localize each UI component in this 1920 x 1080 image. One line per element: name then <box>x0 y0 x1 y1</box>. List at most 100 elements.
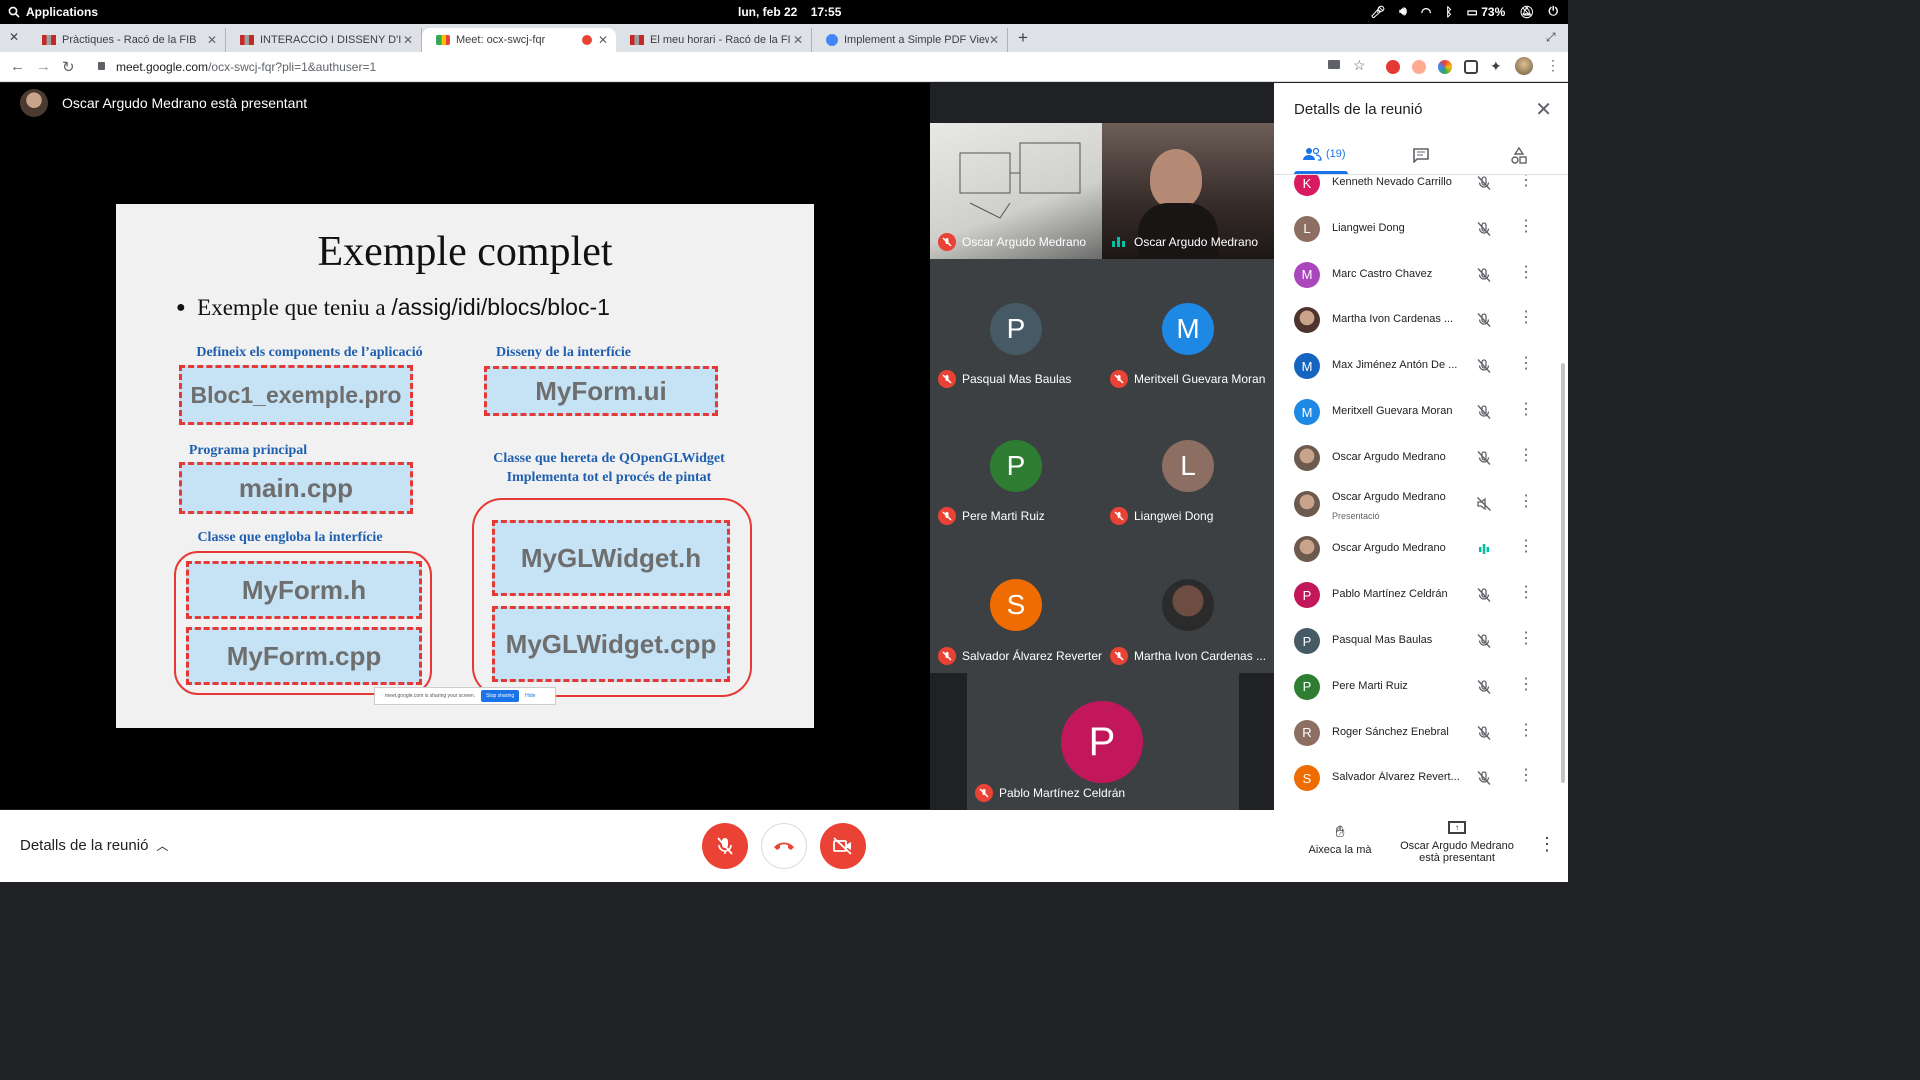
muted-mic-icon[interactable] <box>1476 633 1492 649</box>
tab-interaccio[interactable]: INTERACCIÓ I DISSENY D'INTER ✕ <box>226 28 422 52</box>
muted-mic-icon[interactable] <box>1476 267 1492 283</box>
muted-mic-icon[interactable] <box>1476 587 1492 603</box>
url-field[interactable]: meet.google.com/ocx-swcj-fqr?pli=1&authu… <box>116 60 376 74</box>
video-tile[interactable]: Martha Ivon Cardenas ... <box>1102 533 1274 673</box>
more-options-icon[interactable]: ⋮ <box>1518 722 1534 739</box>
more-options-icon[interactable]: ⋮ <box>1518 447 1534 464</box>
video-tile[interactable]: S Salvador Álvarez Reverter <box>930 533 1102 673</box>
muted-mic-icon[interactable] <box>1476 725 1492 741</box>
new-tab-icon[interactable]: + <box>1018 28 1028 48</box>
color-picker-extension-icon[interactable] <box>1438 60 1452 74</box>
tab-horari[interactable]: El meu horari - Racó de la FIB ✕ <box>616 28 812 52</box>
participant-row[interactable]: Oscar Argudo Medrano ⋮ <box>1274 527 1568 573</box>
hang-up-icon <box>774 842 794 850</box>
participant-row[interactable]: M Marc Castro Chavez ⋮ <box>1274 253 1568 299</box>
more-options-icon[interactable]: ⋮ <box>1518 493 1534 510</box>
video-tile[interactable]: L Liangwei Dong <box>1102 396 1274 533</box>
participant-row[interactable]: P Pablo Martínez Celdrán ⋮ <box>1274 573 1568 619</box>
more-options-icon[interactable]: ⋮ <box>1518 585 1534 601</box>
tab-people[interactable]: (19) <box>1302 147 1346 161</box>
restore-window-icon[interactable]: ⤢ <box>1546 30 1556 45</box>
wifi-icon[interactable]: ◠ <box>1421 5 1431 19</box>
more-options-icon[interactable]: ⋮ <box>1518 218 1534 235</box>
muted-mic-icon[interactable] <box>1476 404 1492 420</box>
browser-menu-icon[interactable]: ⋮ <box>1546 57 1560 74</box>
back-arrow-icon[interactable]: ← <box>10 58 25 75</box>
more-options-icon[interactable]: ⋮ <box>1518 676 1534 693</box>
applications-menu[interactable]: Applications <box>8 5 98 19</box>
muted-mic-icon[interactable] <box>1476 312 1492 328</box>
more-options-icon[interactable]: ⋮ <box>1518 356 1534 372</box>
close-icon[interactable]: ✕ <box>1535 97 1552 122</box>
notifications-icon[interactable]: 🔕︎ <box>1519 5 1534 19</box>
extension-icon[interactable] <box>1412 60 1426 74</box>
camera-icon[interactable] <box>1328 60 1340 69</box>
video-tile-whiteboard[interactable]: Oscar Argudo Medrano <box>930 123 1102 259</box>
participant-row[interactable]: M Meritxell Guevara Moran ⋮ <box>1274 390 1568 436</box>
participant-row[interactable]: K Kenneth Nevado Carrillo ⋮ <box>1274 175 1568 207</box>
participant-row[interactable]: Martha Ivon Cardenas ... ⋮ <box>1274 298 1568 344</box>
participant-row[interactable]: L Liangwei Dong ⋮ <box>1274 207 1568 253</box>
video-tile[interactable]: P Pasqual Mas Baulas <box>930 259 1102 396</box>
video-tile[interactable]: P Pere Marti Ruiz <box>930 396 1102 533</box>
more-options-icon[interactable]: ⋮ <box>1518 631 1534 647</box>
battery-indicator[interactable]: ▭ 73% <box>1467 5 1506 19</box>
power-icon[interactable]: ⏻ <box>1549 4 1559 19</box>
more-options-icon[interactable]: ⋮ <box>1518 402 1534 418</box>
more-options-icon[interactable]: ⋮ <box>1518 264 1534 281</box>
microphone-toggle-button[interactable] <box>702 823 748 869</box>
extensions-puzzle-icon[interactable]: ✦ <box>1490 58 1502 75</box>
participant-row[interactable]: Oscar Argudo Medrano ⋮ <box>1274 436 1568 482</box>
raise-hand-button[interactable]: ✋︎ Aixeca la mà <box>1303 824 1377 856</box>
reader-extension-icon[interactable] <box>1464 60 1478 74</box>
reload-icon[interactable]: ↻ <box>62 58 75 76</box>
tab-meet[interactable]: Meet: ocx-swcj-fqr ✕ <box>422 28 616 52</box>
muted-mic-icon[interactable] <box>1476 450 1492 466</box>
presentation-muted-icon[interactable] <box>1476 496 1492 512</box>
muted-mic-icon[interactable] <box>1476 679 1492 695</box>
lock-icon[interactable] <box>98 62 105 70</box>
meeting-details-button[interactable]: Detalls de la reunió ︿ <box>20 837 168 854</box>
video-tile[interactable]: P Pablo Martínez Celdrán <box>967 673 1239 810</box>
close-tab-icon[interactable]: ✕ <box>598 33 608 47</box>
camera-toggle-button[interactable] <box>820 823 866 869</box>
muted-mic-icon[interactable] <box>1476 358 1492 374</box>
tab-activities[interactable] <box>1510 147 1528 165</box>
close-tab-icon[interactable]: ✕ <box>989 33 999 47</box>
presenting-button[interactable]: ↑ Oscar Argudo Medrano està presentant <box>1392 821 1522 864</box>
more-options-icon[interactable]: ⋮ <box>1518 539 1534 555</box>
leave-call-button[interactable] <box>761 823 807 869</box>
tab-practiques[interactable]: Pràctiques - Racó de la FIB ✕ <box>28 28 226 52</box>
video-tile[interactable]: M Meritxell Guevara Moran <box>1102 259 1274 396</box>
more-options-icon[interactable]: ⋮ <box>1518 310 1534 326</box>
more-options-icon[interactable]: ⋮ <box>1518 175 1534 189</box>
muted-mic-icon[interactable] <box>1476 770 1492 786</box>
panel-scrollbar[interactable] <box>1561 363 1565 783</box>
profile-avatar[interactable] <box>1515 57 1533 75</box>
close-tab-icon[interactable]: ✕ <box>207 33 217 47</box>
forward-arrow-icon[interactable]: → <box>36 58 51 75</box>
close-tab-icon[interactable]: ✕ <box>403 33 413 47</box>
more-options-icon[interactable]: ⋮ <box>1518 768 1534 784</box>
participant-row[interactable]: M Max Jiménez Antón De ... ⋮ <box>1274 344 1568 390</box>
close-window-icon[interactable]: ✕ <box>9 30 19 44</box>
muted-mic-icon[interactable] <box>1476 175 1492 191</box>
muted-mic-icon[interactable] <box>1476 221 1492 237</box>
tab-pdf-viewer[interactable]: Implement a Simple PDF Viewer ✕ <box>812 28 1008 52</box>
microphone-icon[interactable]: 🎤︎ <box>1370 5 1385 19</box>
opera-extension-icon[interactable] <box>1386 60 1400 74</box>
volume-icon[interactable]: 🔊︎ <box>1399 4 1407 19</box>
close-tab-icon[interactable]: ✕ <box>793 33 803 47</box>
participant-row[interactable]: P Pere Marti Ruiz ⋮ <box>1274 665 1568 711</box>
tab-chat[interactable] <box>1412 147 1430 163</box>
bluetooth-icon[interactable]: ᛒ <box>1445 5 1452 19</box>
participant-row[interactable]: P Pasqual Mas Baulas ⋮ <box>1274 619 1568 665</box>
video-tile-presenter-camera[interactable]: Oscar Argudo Medrano <box>1102 123 1274 259</box>
speaking-icon[interactable] <box>1476 541 1492 557</box>
more-options-icon[interactable]: ⋮ <box>1538 834 1556 855</box>
participant-row[interactable]: S Salvador Álvarez Revert... ⋮ <box>1274 756 1568 802</box>
participant-row[interactable]: R Roger Sánchez Enebral ⋮ <box>1274 711 1568 757</box>
bookmark-star-icon[interactable]: ☆ <box>1353 57 1366 74</box>
clock[interactable]: lun, feb 22 17:55 <box>738 5 841 19</box>
participant-row[interactable]: Oscar Argudo Medrano Presentació ⋮ <box>1274 482 1568 528</box>
